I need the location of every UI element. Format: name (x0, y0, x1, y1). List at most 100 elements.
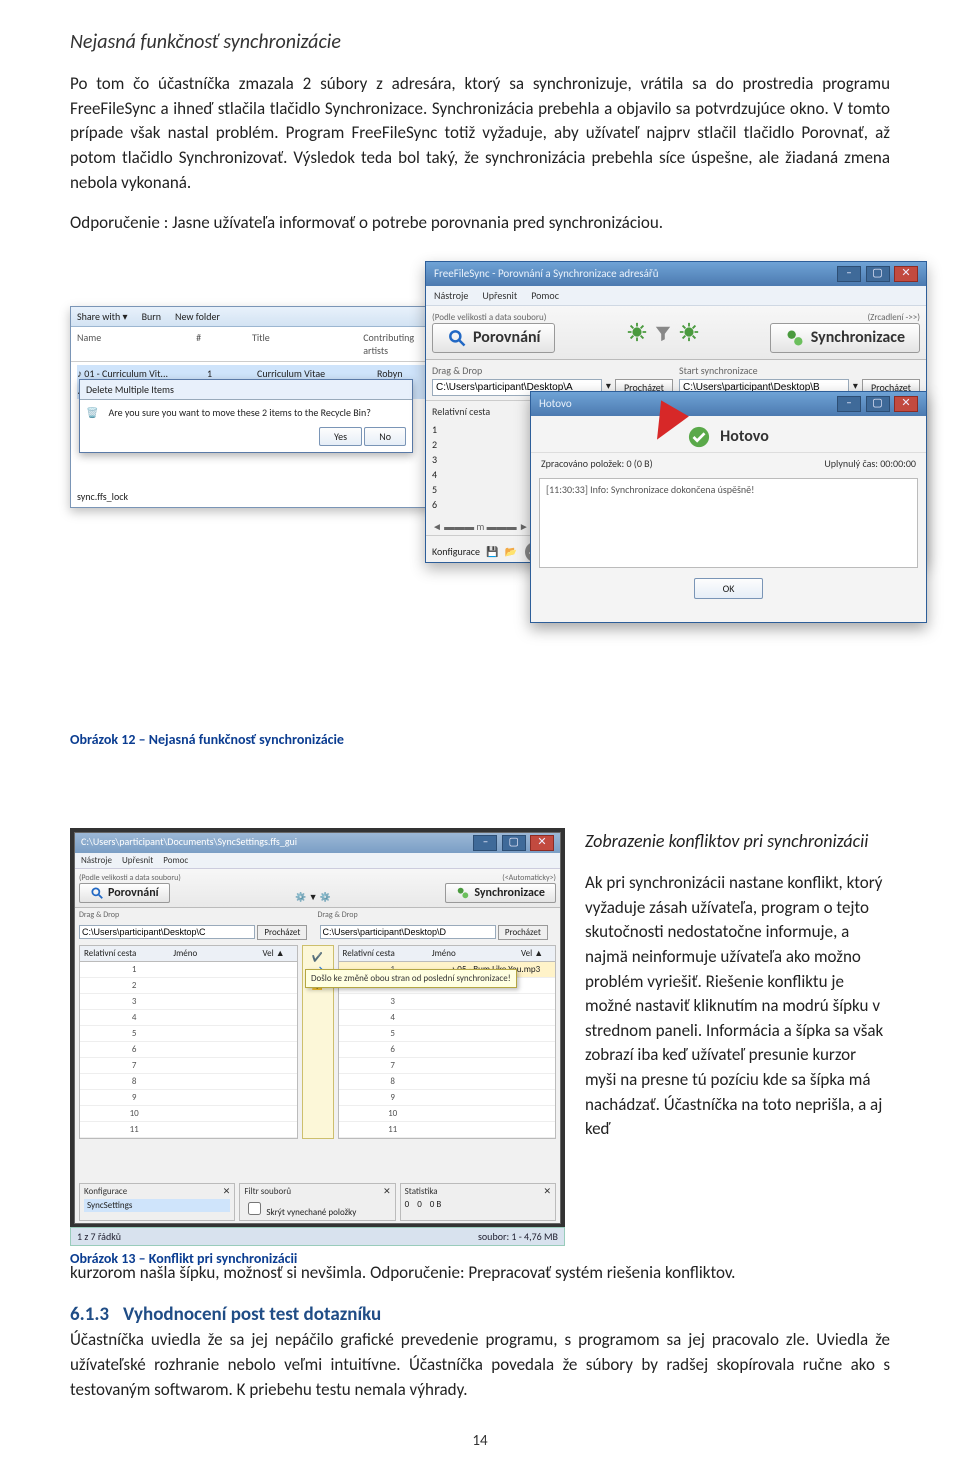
panel-close-icon[interactable]: ✕ (223, 1186, 231, 1197)
col-title[interactable]: Title (252, 331, 323, 357)
browse-button[interactable]: Procházet (498, 925, 548, 940)
drag-drop-label: Drag & Drop (79, 910, 318, 920)
browse-button[interactable]: Procházet (257, 925, 307, 940)
close-button[interactable]: ✕ (894, 396, 918, 412)
done-dialog: Hotovo – ▢ ✕ Hotovo Zpracováno položek: … (530, 391, 927, 623)
subsection-body: Účastníčka uviedla že sa jej nepáčilo gr… (70, 1328, 890, 1402)
processed-count: Zpracováno položek: 0 (0 B) (541, 457, 653, 470)
maximize-button[interactable]: ▢ (866, 266, 890, 282)
menu-item[interactable]: Nástroje (434, 289, 468, 302)
figure-13: C:\Users\participant\Documents\SyncSetti… (70, 828, 565, 1267)
conflict-tooltip: Došlo ke změně obou stran od poslední sy… (305, 969, 517, 988)
minimize-button[interactable]: – (837, 266, 861, 282)
explorer-window: Share with ▾ Burn New folder Name # Titl… (70, 306, 432, 508)
col-artist[interactable]: Contributing artists (363, 331, 425, 357)
col-name[interactable]: Jméno (169, 946, 258, 961)
minimize-button[interactable]: – (473, 835, 497, 851)
start-sync-label: Start synchronizace (679, 364, 920, 377)
minimize-button[interactable]: – (837, 396, 861, 412)
mirror-hint: (Zrcadlení ->>) (770, 312, 920, 323)
sync-label: Synchronizace (474, 886, 545, 900)
check-icon[interactable]: ✔️ (312, 952, 323, 963)
maximize-button[interactable]: ▢ (866, 396, 890, 412)
page-number: 14 (70, 1432, 890, 1450)
gear-icon[interactable] (626, 321, 648, 343)
magnifier-icon (90, 886, 104, 900)
subsection-heading: 6.1.3 Vyhodnocení post test dotazníku (70, 1303, 890, 1326)
magnifier-icon (447, 328, 467, 348)
col-name[interactable]: Jméno (428, 946, 517, 961)
panel-close-icon[interactable]: ✕ (543, 1186, 551, 1197)
elapsed-time: Uplynulý čas: 00:00:00 (824, 457, 916, 470)
config-panel: Konfigurace ✕ SyncSettings (79, 1183, 235, 1221)
section-2-continuation: kurzorom našla šípku, možnosť si nevšiml… (70, 1261, 890, 1286)
path-d-input[interactable] (320, 925, 496, 939)
panel-close-icon[interactable]: ✕ (383, 1186, 391, 1197)
no-button[interactable]: No (364, 427, 406, 446)
dialog-title: Delete Multiple Items (80, 380, 412, 400)
subsection-title: Vyhodnocení post test dotazníku (123, 1303, 381, 1326)
menu-item[interactable]: Nástroje (81, 855, 112, 866)
drag-drop-label: Drag & Drop (318, 910, 557, 920)
toolbar-item[interactable]: Burn (142, 310, 161, 323)
compare-button[interactable]: Porovnání (432, 323, 555, 353)
hide-skipped-checkbox[interactable]: Skrýt vynechané položky (244, 1207, 356, 1218)
dialog-message: Are you sure you want to move these 2 it… (108, 406, 370, 419)
toolbar-item[interactable]: Share with ▾ (77, 310, 128, 323)
gear-icon[interactable]: ⚙️ (320, 892, 331, 903)
col-rel[interactable]: Relativní cesta (80, 946, 169, 961)
dialog-title: Hotovo (539, 397, 572, 410)
toolbar-item[interactable]: New folder (175, 310, 220, 323)
col-rel[interactable]: Relativní cesta (339, 946, 428, 961)
compare-label: Porovnání (473, 328, 540, 347)
sync-button[interactable]: Synchronizace (445, 883, 556, 903)
sync-label: Synchronizace (811, 328, 905, 347)
compare-hint: (Podle velikosti a data souboru) (79, 873, 181, 883)
filter-panel: Filtr souborů ✕ Skrýt vynechané položky (239, 1183, 395, 1221)
config-label: Konfigurace (84, 1186, 127, 1197)
save-icon[interactable]: 💾 (486, 545, 498, 558)
explorer-toolbar: Share with ▾ Burn New folder (71, 307, 431, 327)
funnel-icon[interactable]: ▼ (309, 892, 318, 903)
yes-button[interactable]: Yes (319, 427, 362, 446)
explorer-columns: Name # Title Contributing artists (71, 327, 431, 362)
subsection-number: 6.1.3 (70, 1303, 109, 1326)
left-grid[interactable]: Relativní cesta Jméno Vel ▲ 1 2 3 4 5 6 … (79, 945, 298, 1139)
funnel-icon[interactable] (654, 323, 672, 343)
drag-drop-label: Drag & Drop (432, 364, 673, 377)
col-size[interactable]: Vel ▲ (259, 946, 297, 961)
filter-label: Filtr souborů (244, 1186, 291, 1197)
recycle-icon: 🗑️ (86, 406, 98, 419)
close-button[interactable]: ✕ (894, 266, 918, 282)
sync-gears-icon (456, 886, 470, 900)
open-icon[interactable]: 📂 (504, 545, 516, 558)
section-title-1: Nejasná funkčnosť synchronizácie (70, 30, 890, 54)
maximize-button[interactable]: ▢ (502, 835, 526, 851)
done-label: Hotovo (720, 427, 769, 446)
confirm-delete-dialog: Delete Multiple Items 🗑️ Are you sure yo… (79, 379, 413, 453)
paragraph-1: Po tom čo účastníčka zmazala 2 súbory z … (70, 72, 890, 195)
success-check-icon (688, 426, 710, 448)
hide-label: Skrýt vynechané položky (266, 1207, 356, 1218)
paragraph-2: Odporučenie : Jasne užívateľa informovať… (70, 211, 890, 236)
stat-count: 0 (417, 1199, 422, 1210)
section-2-body-right: Ak pri synchronizácii nastane konflikt, … (585, 871, 890, 1142)
gear-icon[interactable] (678, 321, 700, 343)
gear-icon[interactable]: ⚙️ (295, 892, 306, 903)
compare-button[interactable]: Porovnání (79, 883, 170, 903)
menu-item[interactable]: Upřesnit (122, 855, 153, 866)
col-name[interactable]: Name (77, 331, 156, 357)
config-item[interactable]: SyncSettings (84, 1199, 230, 1212)
menu-item[interactable]: Upřesnit (482, 289, 517, 302)
sync-button[interactable]: Synchronizace (770, 323, 920, 353)
menu-item[interactable]: Pomoc (531, 289, 559, 302)
ok-button[interactable]: OK (694, 578, 764, 599)
sync-gears-icon (785, 328, 805, 348)
path-c-input[interactable] (79, 925, 255, 939)
col-size[interactable]: Vel ▲ (517, 946, 555, 961)
col-num[interactable]: # (196, 331, 212, 357)
window-title: C:\Users\participant\Documents\SyncSetti… (81, 835, 297, 851)
menu-item[interactable]: Pomoc (163, 855, 188, 866)
status-bar: 1 z 7 řádků soubor: 1 - 4,76 MB (70, 1227, 565, 1246)
close-button[interactable]: ✕ (530, 835, 554, 851)
